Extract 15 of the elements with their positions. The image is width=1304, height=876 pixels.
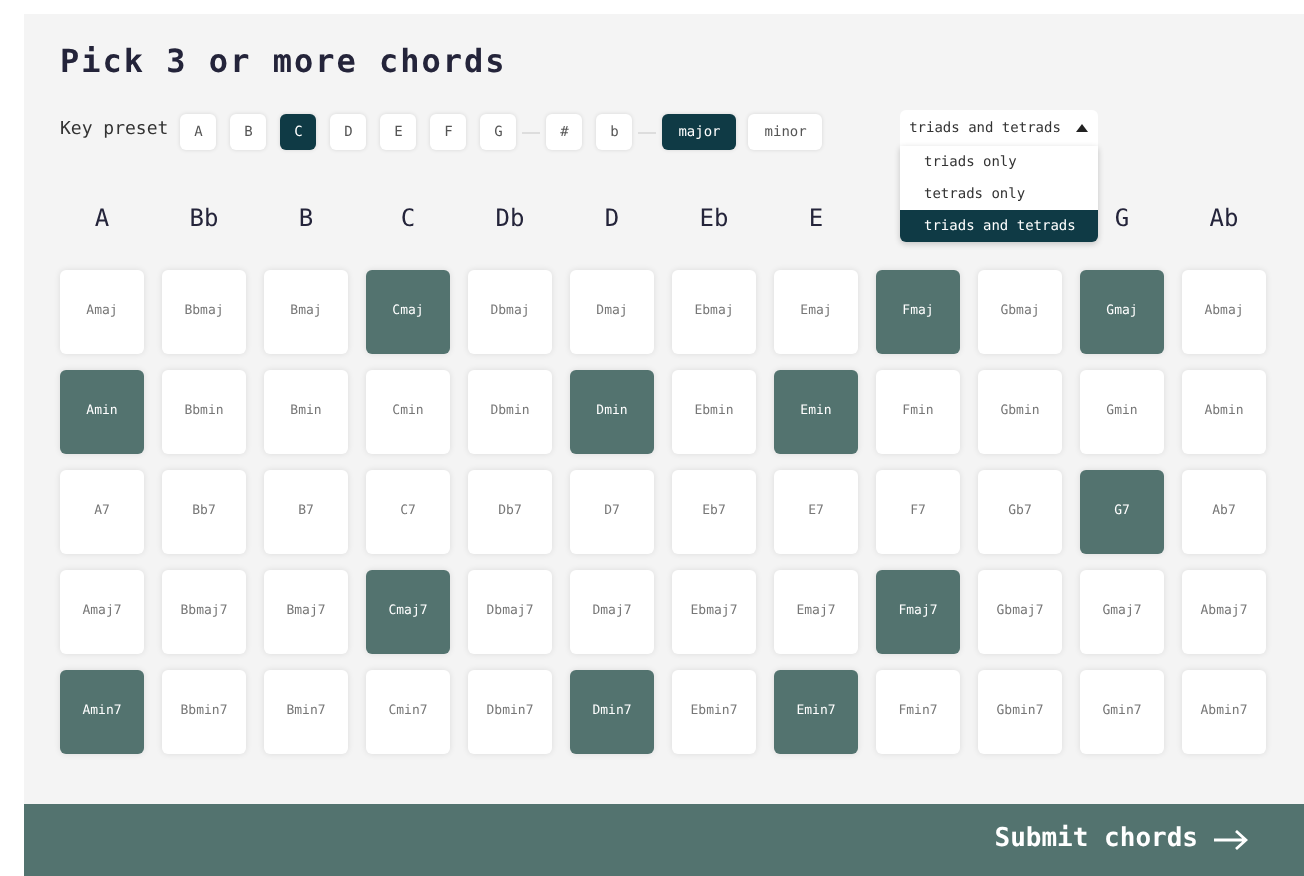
column-header: G: [1114, 202, 1130, 236]
arrow-right-icon: [1214, 830, 1248, 850]
column-header: Db: [495, 202, 525, 236]
column-header: A: [94, 202, 110, 236]
column-header: Ab: [1209, 202, 1239, 236]
key-preset-label: Key preset: [60, 118, 169, 145]
submit-button[interactable]: Submit chords: [994, 820, 1248, 860]
column-header: C: [400, 202, 416, 236]
caret-icon: [1076, 124, 1089, 132]
column-header: E: [808, 202, 824, 236]
column-header: B: [298, 202, 314, 236]
column-header: Eb: [699, 202, 729, 236]
column-header: Bb: [189, 202, 219, 236]
column-header: D: [604, 202, 620, 236]
page-title: Pick 3 or more chords: [60, 42, 507, 82]
